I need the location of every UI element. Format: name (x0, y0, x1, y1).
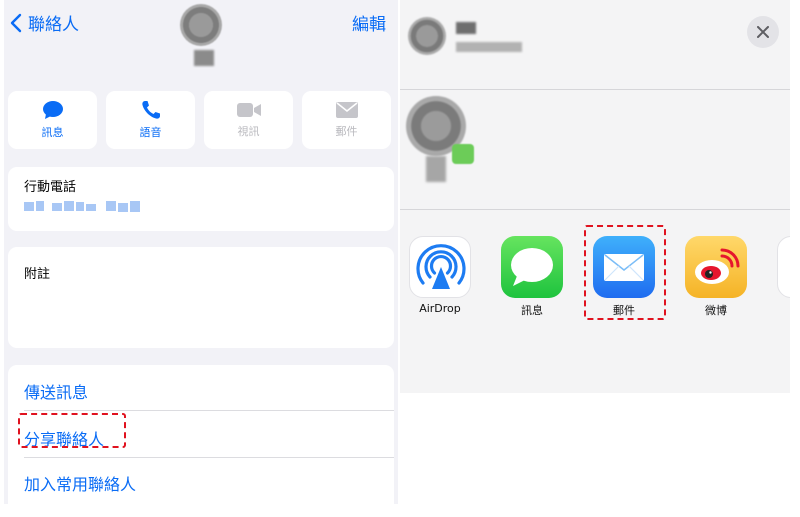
phone-number-redacted[interactable] (24, 199, 144, 213)
airdrop-icon (416, 244, 466, 289)
shared-contact-avatar (408, 17, 446, 55)
contact-avatar (180, 4, 222, 46)
chevron-left-icon (10, 13, 22, 32)
video-icon (236, 103, 261, 117)
shared-contact-name-redacted (456, 22, 476, 34)
add-favorite-item[interactable]: 加入常用聯絡人 (24, 471, 136, 495)
notes-label: 附註 (24, 267, 51, 282)
video-call-action-button[interactable]: 視訊 (204, 91, 293, 149)
messages-badge-icon (452, 144, 474, 164)
voice-call-action-button[interactable]: 語音 (106, 91, 195, 149)
edit-button[interactable]: 編輯 (352, 10, 386, 35)
message-action-label: 訊息 (41, 126, 64, 139)
voice-call-action-label: 語音 (139, 126, 162, 139)
suggested-person-name-redacted (426, 156, 446, 182)
mail-app-highlight (584, 225, 666, 320)
messages-app-icon (511, 248, 553, 286)
back-label: 聯絡人 (28, 15, 79, 35)
share-contact-highlight (18, 413, 126, 448)
video-call-action-label: 視訊 (237, 125, 260, 138)
shared-contact-subtitle-redacted (456, 42, 522, 52)
message-action-button[interactable]: 訊息 (8, 91, 97, 149)
send-message-item[interactable]: 傳送訊息 (24, 379, 88, 403)
messages-label: 訊息 (521, 304, 543, 317)
airdrop-app-button[interactable] (409, 236, 471, 298)
phone-icon (141, 101, 160, 119)
weibo-app-icon (695, 248, 740, 284)
mail-action-label: 郵件 (335, 125, 358, 138)
notes-card[interactable] (8, 247, 394, 348)
messages-app-button[interactable] (501, 236, 563, 298)
airdrop-label: AirDrop (419, 302, 461, 315)
contact-card-panel: 聯絡人 編輯 訊息 語音 視訊 郵件 行動電話 附註 傳送訊息 分享聯絡人 加入… (4, 0, 398, 504)
close-button[interactable] (747, 16, 779, 48)
close-icon (757, 26, 769, 38)
contact-name-redacted (194, 50, 214, 66)
weibo-label: 微博 (705, 304, 727, 317)
share-sheet-panel: AirDrop 訊息 郵件 微博 (400, 0, 790, 393)
mail-icon (335, 102, 358, 118)
phone-label: 行動電話 (24, 180, 77, 195)
more-app-button[interactable] (777, 236, 790, 298)
mail-action-button[interactable]: 郵件 (302, 91, 391, 149)
weibo-app-button[interactable] (685, 236, 747, 298)
back-button[interactable]: 聯絡人 (10, 10, 79, 35)
message-icon (42, 101, 63, 119)
quick-actions: 訊息 語音 視訊 郵件 (8, 91, 394, 149)
